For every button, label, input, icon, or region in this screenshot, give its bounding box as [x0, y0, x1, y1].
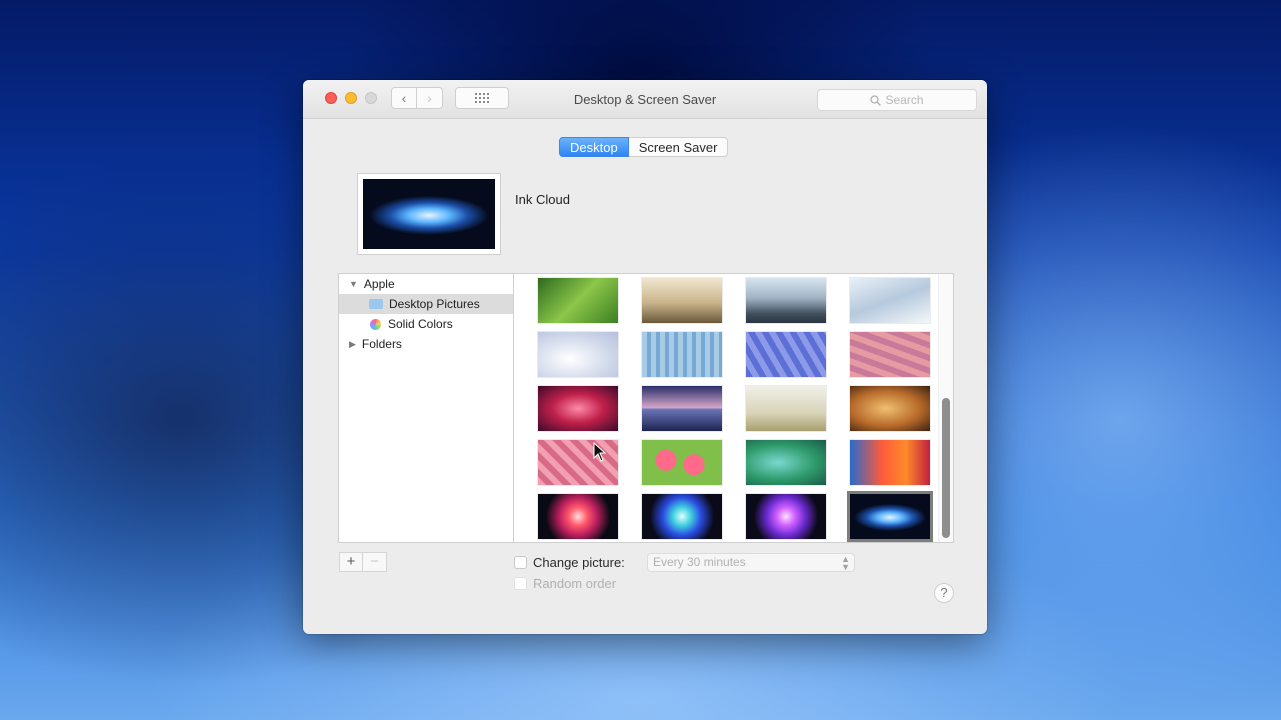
sidebar-group-folders[interactable]: ▶ Folders	[339, 334, 513, 354]
color-wheel-icon	[370, 318, 381, 330]
random-order-label: Random order	[533, 576, 617, 591]
wallpaper-thumbnail[interactable]	[538, 386, 618, 431]
wallpaper-thumbnail[interactable]	[850, 440, 930, 485]
search-icon	[870, 94, 882, 106]
folder-icon	[369, 299, 383, 309]
wallpaper-thumbnail[interactable]	[850, 386, 930, 431]
wallpaper-thumbnail[interactable]	[538, 494, 618, 539]
wallpaper-thumbnail-selected[interactable]	[850, 494, 930, 539]
change-picture-option[interactable]: Change picture:	[514, 555, 625, 570]
add-remove-buttons: + −	[339, 552, 387, 572]
mouse-pointer-icon	[593, 442, 607, 462]
sidebar-group-label: Folders	[361, 337, 402, 351]
tab-bar: Desktop Screen Saver	[559, 137, 729, 157]
wallpaper-thumbnail[interactable]	[642, 332, 722, 377]
tab-screen-saver[interactable]: Screen Saver	[628, 137, 729, 157]
wallpaper-thumbnail[interactable]	[538, 332, 618, 377]
change-picture-label: Change picture:	[533, 555, 625, 570]
disclosure-down-icon: ▼	[349, 279, 358, 289]
wallpaper-thumbnail[interactable]	[746, 332, 826, 377]
random-order-checkbox[interactable]	[514, 577, 527, 590]
wallpaper-thumbnail[interactable]	[642, 386, 722, 431]
select-arrows-icon: ▲ ▼	[841, 554, 850, 572]
scrollbar-thumb[interactable]	[942, 398, 950, 538]
sidebar-item-solid-colors[interactable]: Solid Colors	[339, 314, 513, 334]
wallpaper-thumbnail[interactable]	[746, 494, 826, 539]
sidebar-group-label: Apple	[363, 277, 395, 291]
wallpaper-thumbnail[interactable]	[746, 440, 826, 485]
search-field[interactable]: Search	[817, 89, 977, 111]
change-picture-checkbox[interactable]	[514, 556, 527, 569]
interval-select[interactable]: Every 30 minutes ▲ ▼	[647, 553, 855, 572]
sidebar-item-desktop-pictures[interactable]: Desktop Pictures	[339, 294, 513, 314]
sidebar-item-label: Solid Colors	[388, 317, 453, 331]
wallpaper-thumbnail[interactable]	[746, 278, 826, 323]
wallpaper-thumbnail[interactable]	[850, 278, 930, 323]
preferences-window: ‹ › Desktop & Screen Saver Search Deskto…	[303, 80, 987, 634]
wallpaper-thumbnail[interactable]	[850, 332, 930, 377]
search-placeholder: Search	[885, 93, 924, 107]
interval-value: Every 30 minutes	[653, 555, 746, 569]
wallpaper-thumbnail[interactable]	[642, 278, 722, 323]
wallpaper-thumbnail[interactable]	[642, 440, 722, 485]
title-bar: ‹ › Desktop & Screen Saver Search	[303, 80, 987, 119]
tab-desktop[interactable]: Desktop	[559, 137, 629, 157]
sidebar-item-label: Desktop Pictures	[389, 297, 480, 311]
ink-cloud-preview-image	[363, 179, 495, 249]
source-list: ▼ Apple Desktop Pictures Solid Colors ▶ …	[338, 273, 514, 543]
remove-folder-button[interactable]: −	[363, 552, 387, 572]
add-folder-button[interactable]: +	[339, 552, 363, 572]
wallpaper-thumbnail[interactable]	[642, 494, 722, 539]
wallpaper-preview	[357, 173, 501, 255]
wallpaper-thumbnail[interactable]	[538, 278, 618, 323]
wallpaper-grid	[514, 273, 954, 543]
wallpaper-thumbnail[interactable]	[746, 386, 826, 431]
disclosure-right-icon: ▶	[349, 339, 356, 349]
vertical-scrollbar[interactable]	[938, 274, 953, 542]
random-order-option[interactable]: Random order	[514, 576, 616, 591]
wallpaper-name: Ink Cloud	[515, 192, 570, 207]
help-button[interactable]: ?	[934, 583, 954, 603]
sidebar-group-apple[interactable]: ▼ Apple	[339, 274, 513, 294]
